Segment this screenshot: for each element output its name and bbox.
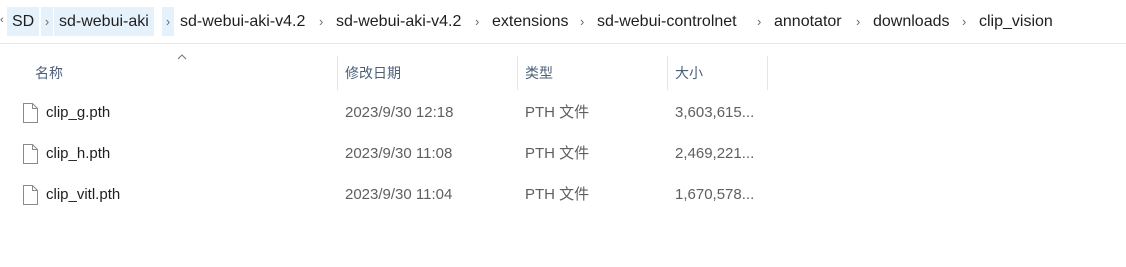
file-row[interactable]: clip_h.pth 2023/9/30 11:08 PTH 文件 2,469,… bbox=[0, 134, 1126, 174]
breadcrumb-separator-chevron-icon[interactable]: › bbox=[757, 7, 761, 36]
breadcrumb-item-annotator[interactable]: annotator bbox=[769, 7, 847, 36]
breadcrumb-separator-chevron-icon[interactable]: › bbox=[580, 7, 584, 36]
breadcrumb-separator-chevron-icon[interactable]: › bbox=[856, 7, 860, 36]
file-icon bbox=[23, 185, 38, 205]
column-header-size[interactable]: 大小 bbox=[675, 56, 703, 90]
column-divider[interactable] bbox=[767, 56, 768, 90]
file-type: PTH 文件 bbox=[525, 104, 590, 121]
breadcrumb-overflow-chevron-icon[interactable]: ‹ bbox=[0, 12, 4, 28]
file-modified: 2023/9/30 11:08 bbox=[345, 145, 453, 162]
file-modified: 2023/9/30 12:18 bbox=[345, 104, 454, 121]
column-header-row: 名称 修改日期 类型 大小 bbox=[0, 52, 1126, 90]
file-size: 1,670,578... bbox=[675, 186, 755, 203]
column-header-name[interactable]: 名称 bbox=[35, 56, 63, 90]
breadcrumb-separator-chevron-icon[interactable]: › bbox=[319, 7, 323, 36]
file-row[interactable]: clip_g.pth 2023/9/30 12:18 PTH 文件 3,603,… bbox=[0, 93, 1126, 133]
breadcrumb-item-sd[interactable]: SD bbox=[7, 7, 40, 36]
breadcrumb-item-clip-vision[interactable]: clip_vision bbox=[974, 7, 1058, 36]
column-divider[interactable] bbox=[337, 56, 338, 90]
breadcrumb-item-sd-webui-aki[interactable]: sd-webui-aki bbox=[54, 7, 154, 36]
breadcrumb-separator-chevron-icon[interactable]: › bbox=[475, 7, 479, 36]
column-divider[interactable] bbox=[517, 56, 518, 90]
file-row[interactable]: clip_vitl.pth 2023/9/30 11:04 PTH 文件 1,6… bbox=[0, 175, 1126, 215]
file-size: 2,469,221... bbox=[675, 145, 755, 162]
breadcrumb-item-sd-webui-controlnet[interactable]: sd-webui-controlnet bbox=[592, 7, 742, 36]
file-size: 3,603,615... bbox=[675, 104, 755, 121]
file-type: PTH 文件 bbox=[525, 145, 590, 162]
file-icon bbox=[23, 103, 38, 123]
sort-up-chevron-icon bbox=[177, 54, 187, 60]
breadcrumb: ‹ SD › sd-webui-aki › sd-webui-aki-v4.2 … bbox=[0, 0, 1126, 44]
column-header-modified[interactable]: 修改日期 bbox=[345, 56, 401, 90]
file-name[interactable]: clip_vitl.pth bbox=[46, 175, 120, 215]
file-name[interactable]: clip_g.pth bbox=[46, 93, 110, 133]
file-type: PTH 文件 bbox=[525, 186, 590, 203]
file-icon bbox=[23, 144, 38, 164]
breadcrumb-item-downloads[interactable]: downloads bbox=[868, 7, 955, 36]
breadcrumb-separator-chevron-icon[interactable]: › bbox=[41, 7, 53, 36]
breadcrumb-separator-chevron-icon[interactable]: › bbox=[162, 7, 174, 36]
breadcrumb-item-sd-webui-aki-v4-2[interactable]: sd-webui-aki-v4.2 bbox=[175, 7, 310, 36]
column-divider[interactable] bbox=[667, 56, 668, 90]
breadcrumb-item-extensions[interactable]: extensions bbox=[487, 7, 574, 36]
file-modified: 2023/9/30 11:04 bbox=[345, 186, 453, 203]
column-header-type[interactable]: 类型 bbox=[525, 56, 553, 90]
breadcrumb-item-sd-webui-aki-v4-2-inner[interactable]: sd-webui-aki-v4.2 bbox=[331, 7, 466, 36]
file-name[interactable]: clip_h.pth bbox=[46, 134, 110, 174]
breadcrumb-separator-chevron-icon[interactable]: › bbox=[962, 7, 966, 36]
